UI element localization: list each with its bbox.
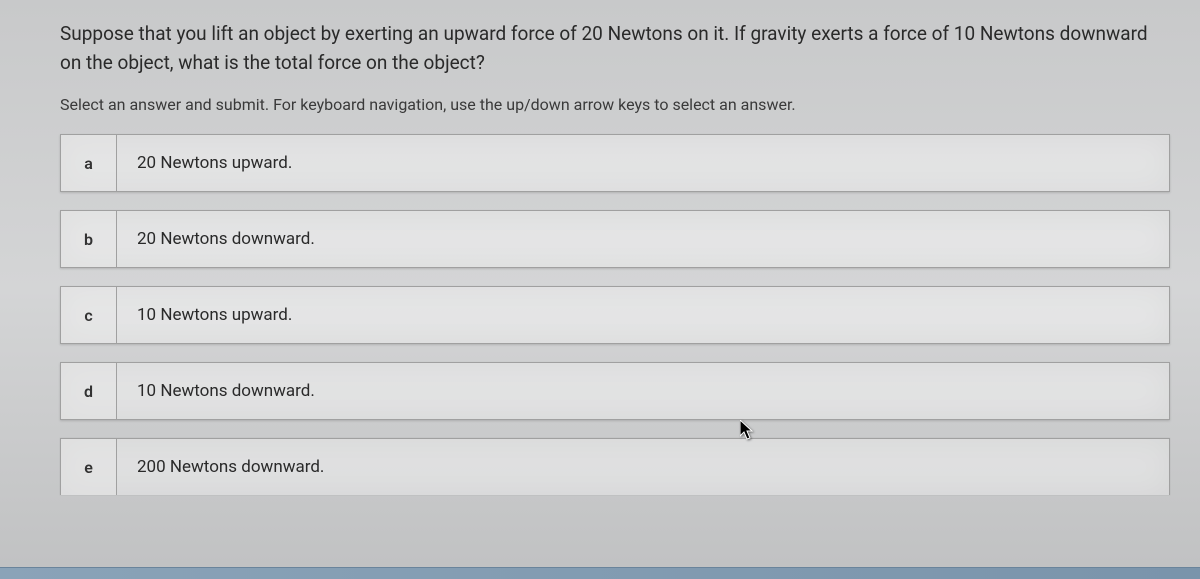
option-c[interactable]: c 10 Newtons upward. — [60, 286, 1170, 344]
footer-bar — [0, 567, 1200, 579]
question-text: Suppose that you lift an object by exert… — [60, 20, 1170, 77]
option-key: c — [61, 287, 117, 343]
option-key: a — [61, 135, 117, 191]
options-list: a 20 Newtons upward. b 20 Newtons downwa… — [60, 134, 1170, 495]
option-b[interactable]: b 20 Newtons downward. — [60, 210, 1170, 268]
option-label: 10 Newtons downward. — [117, 363, 1169, 419]
option-label: 200 Newtons downward. — [117, 439, 1169, 495]
option-key: b — [61, 211, 117, 267]
option-label: 10 Newtons upward. — [117, 287, 1169, 343]
option-d[interactable]: d 10 Newtons downward. — [60, 362, 1170, 420]
option-label: 20 Newtons upward. — [117, 135, 1169, 191]
option-e[interactable]: e 200 Newtons downward. — [60, 438, 1170, 495]
option-a[interactable]: a 20 Newtons upward. — [60, 134, 1170, 192]
option-key: d — [61, 363, 117, 419]
instruction-text: Select an answer and submit. For keyboar… — [60, 95, 1170, 114]
quiz-container: Suppose that you lift an object by exert… — [0, 0, 1200, 495]
option-key: e — [61, 439, 117, 495]
option-label: 20 Newtons downward. — [117, 211, 1169, 267]
